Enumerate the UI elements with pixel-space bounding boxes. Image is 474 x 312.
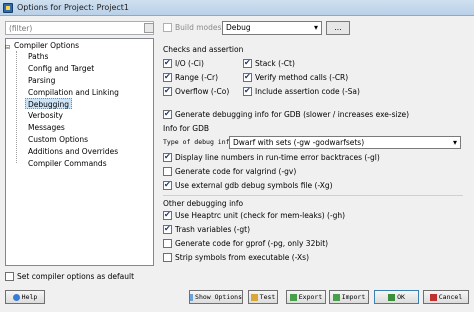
external-gdb-symbols-label: Use external gdb debug symbols file (-Xg… xyxy=(175,181,333,190)
check-io-checkbox[interactable] xyxy=(163,57,172,68)
tree-item-debugging[interactable]: Debugging xyxy=(25,98,73,109)
tree-item-compilation-and-linking[interactable]: Compilation and Linking xyxy=(28,87,119,98)
check-icon xyxy=(388,293,396,301)
tree-item-compiler-commands[interactable]: Compiler Commands xyxy=(28,158,107,169)
help-button[interactable]: Help xyxy=(5,290,45,304)
build-modes-option[interactable]: Build modes xyxy=(163,22,221,33)
check-include-assertion-option[interactable]: Include assertion code (-Sa) xyxy=(243,85,360,97)
display-line-numbers-label: Display line numbers in run-time error b… xyxy=(175,153,380,162)
generate-gdb-label: Generate debugging info for GDB (slower … xyxy=(175,110,410,119)
test-icon xyxy=(250,293,258,301)
valgrind-label: Generate code for valgrind (-gv) xyxy=(175,167,297,176)
set-default-label: Set compiler options as default xyxy=(17,272,135,281)
heaptrc-option[interactable]: Use Heaptrc unit (check for mem-leaks) (… xyxy=(163,209,346,221)
heaptrc-checkbox[interactable] xyxy=(163,209,172,220)
check-overflow-option[interactable]: Overflow (-Co) xyxy=(163,85,230,97)
tree-item-messages[interactable]: Messages xyxy=(28,122,65,133)
tree-item-compiler-options[interactable]: Compiler Options xyxy=(14,40,79,51)
set-default-checkbox[interactable] xyxy=(5,272,14,281)
window-title: Options for Project: Project1 xyxy=(17,3,130,12)
trash-variables-label: Trash variables (-gt) xyxy=(175,225,251,234)
title-bar: Options for Project: Project1 xyxy=(0,0,474,16)
check-overflow-checkbox[interactable] xyxy=(163,85,172,96)
check-range-label: Range (-Cr) xyxy=(175,73,219,82)
test-button-label: Test xyxy=(259,293,276,301)
import-button-label: Import xyxy=(341,293,366,301)
tree-item-verbosity[interactable]: Verbosity xyxy=(28,110,63,121)
display-line-numbers-option[interactable]: Display line numbers in run-time error b… xyxy=(163,151,380,163)
build-mode-select[interactable]: Debug xyxy=(222,21,322,35)
trash-variables-checkbox[interactable] xyxy=(163,223,172,234)
generate-gdb-checkbox[interactable] xyxy=(163,108,172,119)
check-stack-checkbox[interactable] xyxy=(243,57,252,68)
external-gdb-symbols-option[interactable]: Use external gdb debug symbols file (-Xg… xyxy=(163,179,333,191)
check-range-option[interactable]: Range (-Cr) xyxy=(163,71,219,83)
check-range-checkbox[interactable] xyxy=(163,71,172,82)
tree-item-paths[interactable]: Paths xyxy=(28,51,48,62)
strip-symbols-label: Strip symbols from executable (-Xs) xyxy=(175,253,310,262)
strip-symbols-checkbox[interactable] xyxy=(163,253,172,262)
check-stack-option[interactable]: Stack (-Ct) xyxy=(243,57,295,69)
display-line-numbers-checkbox[interactable] xyxy=(163,151,172,162)
application-icon xyxy=(3,3,13,13)
export-button-label: Export xyxy=(298,293,323,301)
gprof-checkbox[interactable] xyxy=(163,239,172,248)
ok-button[interactable]: OK xyxy=(374,290,419,304)
export-button[interactable]: Export xyxy=(286,290,326,304)
collapse-icon[interactable]: ⊟ xyxy=(5,44,10,51)
tree-item-parsing[interactable]: Parsing xyxy=(28,75,55,86)
import-button[interactable]: Import xyxy=(329,290,369,304)
build-modes-label: Build modes xyxy=(175,23,222,32)
tree-lines xyxy=(16,51,24,163)
debug-info-type-select[interactable]: Dwarf with sets (-gw -godwarfsets) xyxy=(229,136,461,149)
strip-symbols-option[interactable]: Strip symbols from executable (-Xs) xyxy=(163,252,309,263)
check-include-assertion-checkbox[interactable] xyxy=(243,85,252,96)
check-verify-method-calls-checkbox[interactable] xyxy=(243,71,252,82)
check-include-assertion-label: Include assertion code (-Sa) xyxy=(255,87,360,96)
cancel-button[interactable]: Cancel xyxy=(423,290,469,304)
test-button[interactable]: Test xyxy=(248,290,278,304)
filter-input[interactable] xyxy=(5,21,154,35)
export-icon xyxy=(289,293,297,301)
external-gdb-symbols-checkbox[interactable] xyxy=(163,179,172,190)
tree-item-custom-options[interactable]: Custom Options xyxy=(28,134,88,145)
section-divider xyxy=(163,195,463,196)
tree-item-additions-and-overrides[interactable]: Additions and Overrides xyxy=(28,146,118,157)
other-section-title: Other debugging info xyxy=(163,199,244,208)
gdb-section-title: Info for GDB xyxy=(163,124,210,133)
clear-filter-icon[interactable] xyxy=(144,23,154,33)
cancel-icon xyxy=(429,293,437,301)
cancel-button-label: Cancel xyxy=(438,293,463,301)
help-icon xyxy=(12,293,20,301)
show-options-label: Show Options xyxy=(195,293,242,301)
valgrind-checkbox[interactable] xyxy=(163,167,172,176)
set-default-option[interactable]: Set compiler options as default xyxy=(5,271,134,282)
check-io-option[interactable]: I/O (-Ci) xyxy=(163,57,204,69)
heaptrc-label: Use Heaptrc unit (check for mem-leaks) (… xyxy=(175,211,346,220)
gprof-label: Generate code for gprof (-pg, only 32bit… xyxy=(175,239,329,248)
help-button-label: Help xyxy=(21,293,38,301)
valgrind-option[interactable]: Generate code for valgrind (-gv) xyxy=(163,166,296,177)
checks-section-title: Checks and assertion xyxy=(163,45,244,54)
generate-gdb-option[interactable]: Generate debugging info for GDB (slower … xyxy=(163,108,410,120)
check-verify-method-calls-label: Verify method calls (-CR) xyxy=(255,73,349,82)
gprof-option[interactable]: Generate code for gprof (-pg, only 32bit… xyxy=(163,238,328,249)
show-options-button[interactable]: Show Options xyxy=(189,290,243,304)
ok-button-label: OK xyxy=(397,293,405,301)
check-stack-label: Stack (-Ct) xyxy=(255,59,295,68)
check-io-label: I/O (-Ci) xyxy=(175,59,204,68)
check-verify-method-calls-option[interactable]: Verify method calls (-CR) xyxy=(243,71,349,83)
build-mode-more-button[interactable]: ... xyxy=(326,21,350,35)
tree-item-config-and-target[interactable]: Config and Target xyxy=(28,63,94,74)
options-icon xyxy=(190,293,194,301)
import-icon xyxy=(332,293,340,301)
trash-variables-option[interactable]: Trash variables (-gt) xyxy=(163,223,251,235)
check-overflow-label: Overflow (-Co) xyxy=(175,87,230,96)
build-modes-checkbox[interactable] xyxy=(163,23,172,32)
debug-info-type-label: Type of debug info xyxy=(163,138,234,146)
